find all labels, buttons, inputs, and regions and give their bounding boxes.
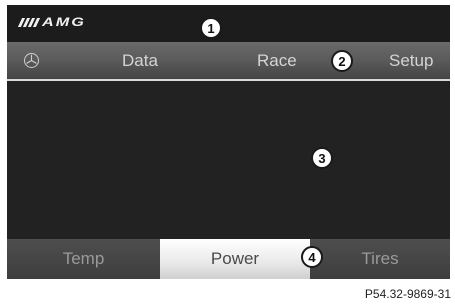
amg-logo: AMG — [17, 14, 84, 30]
tab-temp[interactable]: Temp — [7, 239, 160, 279]
callout-4: 4 — [301, 246, 323, 268]
main-menu-bar: Data Race Setup — [7, 42, 450, 81]
callout-1: 1 — [200, 17, 222, 39]
main-display-area — [7, 81, 450, 239]
callout-3: 3 — [311, 147, 333, 169]
amg-logo-text: AMG — [42, 15, 86, 29]
menu-item-setup[interactable]: Setup — [389, 42, 433, 79]
callout-2: 2 — [331, 50, 353, 72]
header-bar: AMG — [7, 5, 450, 42]
tab-power[interactable]: Power — [160, 239, 310, 279]
figure-reference: P54.32-9869-31 — [364, 287, 451, 301]
display-screen: AMG Data Race Setup Temp Power Tires — [7, 5, 450, 279]
mercedes-star-icon[interactable] — [24, 53, 39, 68]
bottom-tab-bar: Temp Power Tires — [7, 239, 450, 279]
tab-tires[interactable]: Tires — [310, 239, 450, 279]
menu-item-data[interactable]: Data — [122, 42, 158, 79]
menu-item-race[interactable]: Race — [257, 42, 297, 79]
